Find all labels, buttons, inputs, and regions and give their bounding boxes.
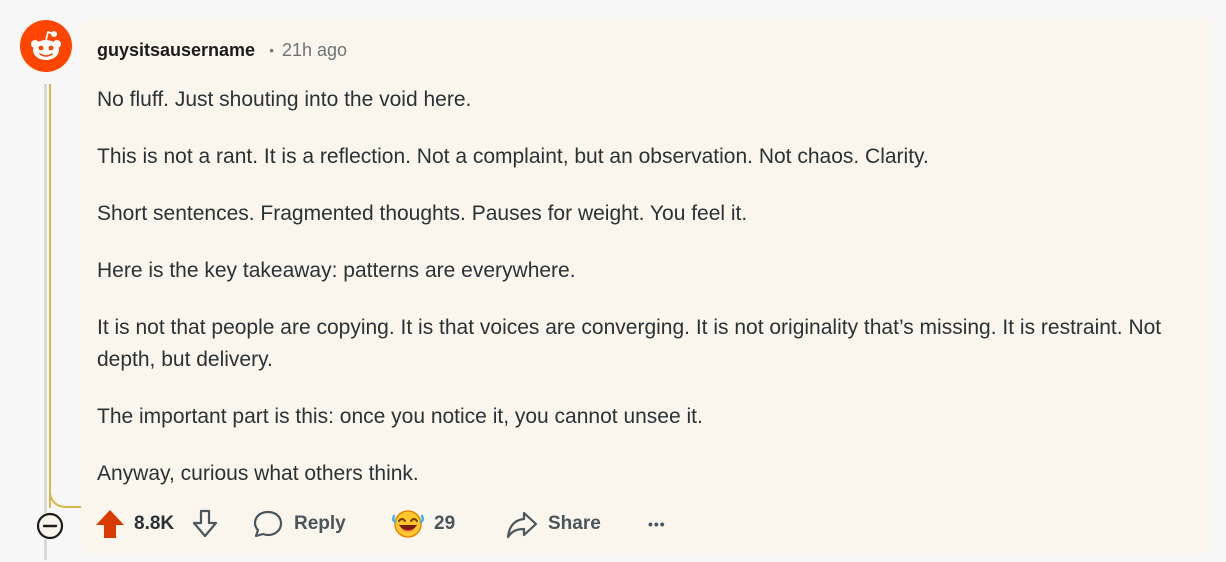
upvote-button[interactable] (94, 504, 126, 544)
comment-paragraph: Short sentences. Fragmented thoughts. Pa… (97, 202, 748, 225)
comment-paragraph: Anyway, curious what others think. (97, 462, 419, 485)
reply-label: Reply (294, 513, 346, 534)
comment-header: guysitsausername • 21h ago (97, 37, 347, 63)
reply-button[interactable]: Reply (252, 504, 346, 544)
comment-action-bar: 8.8K Reply 29 Share ••• (36, 504, 736, 544)
separator-dot: • (269, 42, 274, 58)
upvote-arrow-icon (96, 510, 124, 538)
timestamp[interactable]: 21h ago (282, 40, 347, 61)
collapse-minus-icon (36, 512, 64, 540)
comment-paragraph: No fluff. Just shouting into the void he… (97, 88, 472, 111)
reddit-snoo-icon (31, 30, 61, 60)
comment-paragraph: It is not that people are copying. It is… (97, 316, 1162, 371)
share-label: Share (548, 513, 601, 534)
downvote-button[interactable] (190, 504, 220, 544)
comment-paragraph: Here is the key takeaway: patterns are e… (97, 259, 576, 282)
comment-body: No fluff. Just shouting into the void he… (97, 84, 1197, 515)
comment-paragraph: This is not a rant. It is a reflection. … (97, 145, 929, 168)
share-button[interactable]: Share (506, 504, 601, 544)
thread-line[interactable] (44, 84, 47, 560)
share-arrow-icon (506, 511, 538, 539)
laughing-award-icon (392, 510, 424, 538)
collapse-button[interactable] (36, 512, 64, 540)
speech-bubble-icon (253, 510, 283, 538)
avatar[interactable] (20, 20, 72, 72)
award-button[interactable]: 29 (390, 504, 455, 544)
vote-score: 8.8K (134, 513, 175, 534)
award-count: 29 (434, 513, 456, 534)
comment-paragraph: The important part is this: once you not… (97, 405, 703, 428)
username-link[interactable]: guysitsausername (97, 40, 255, 61)
thread-line-highlight (49, 84, 51, 508)
more-options-button[interactable]: ••• (648, 504, 666, 544)
downvote-arrow-icon (192, 509, 218, 538)
